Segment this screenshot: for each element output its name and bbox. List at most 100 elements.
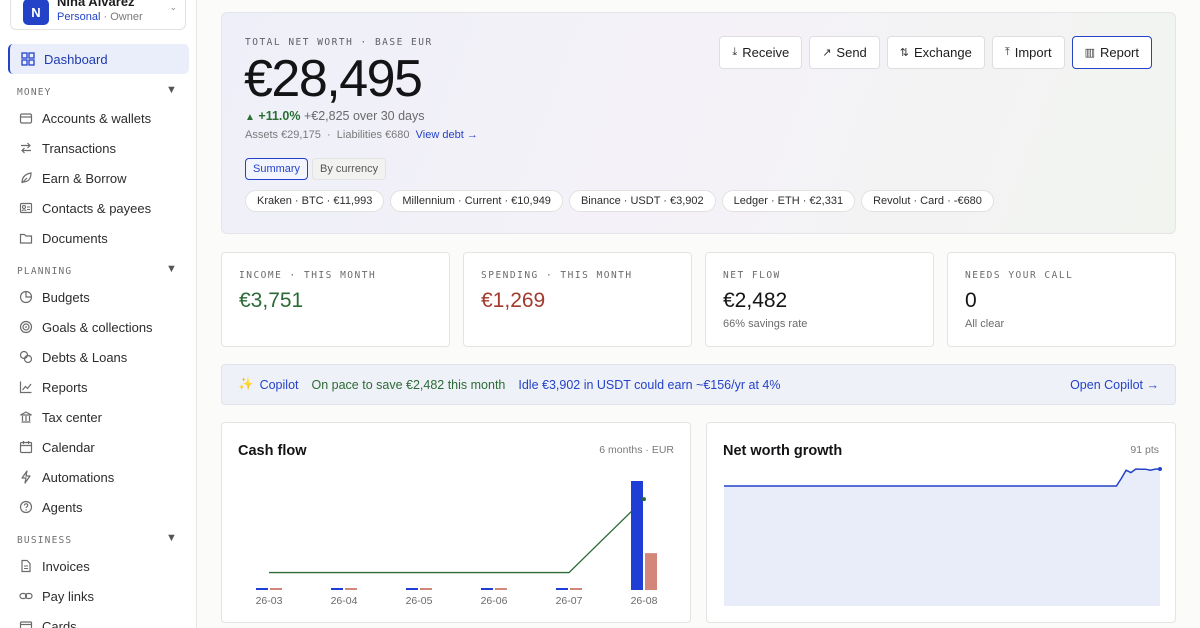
sidebar-item-label: Reports — [42, 379, 88, 395]
exchange-button[interactable]: ⇅ Exchange — [886, 36, 985, 69]
link-icon — [19, 589, 33, 603]
kpi-needs-your-call[interactable]: NEEDS YOUR CALL 0 All clear — [947, 252, 1176, 347]
sidebar-item-label: Pay links — [42, 588, 95, 604]
report-button[interactable]: ▥ Report — [1071, 36, 1152, 69]
sidebar-item-cards[interactable]: Cards — [8, 611, 189, 628]
workspace-switcher[interactable]: N Nina Alvarez Personal · Owner ⌄ — [10, 0, 186, 30]
kpi-net-flow[interactable]: NET FLOW €2,482 66% savings rate — [705, 252, 934, 347]
x-tick-label: 26-05 — [406, 595, 433, 607]
spending-bar-26-05[interactable] — [420, 588, 432, 590]
x-tick-label: 26-06 — [481, 595, 508, 607]
sidebar-item-label: Tax center — [42, 409, 102, 425]
bank-icon — [19, 410, 33, 424]
sidebar-item-tax-center[interactable]: Tax center — [8, 402, 189, 432]
sidebar-item-label: Automations — [42, 469, 115, 485]
sidebar-item-label: Transactions — [42, 140, 116, 156]
collapse-caret-icon[interactable]: ▼ — [166, 532, 177, 544]
chevron-updown-icon: ⌄ — [169, 2, 177, 12]
sidebar-item-accounts[interactable]: Accounts & wallets — [8, 103, 189, 133]
sidebar-item-calendar[interactable]: Calendar — [8, 432, 189, 462]
income-bar-26-08[interactable] — [631, 481, 643, 590]
sidebar-item-goals[interactable]: Goals & collections — [8, 312, 189, 342]
net-worth-latest-point — [1158, 467, 1162, 472]
kpi-spending[interactable]: SPENDING · THIS MONTH €1,269 — [463, 252, 692, 347]
income-bar-26-03[interactable] — [256, 588, 268, 590]
help-circle-icon — [19, 500, 33, 514]
import-button[interactable]: ⤒ Import — [991, 36, 1065, 69]
net-worth-line — [724, 468, 1161, 487]
tab-by-currency[interactable]: By currency — [312, 158, 387, 180]
send-button[interactable]: ↗ Send — [809, 36, 880, 69]
hero-actions: ⤓ Receive ↗ Send ⇅ Exchange ⤒ Import ▥ Report — [719, 36, 1152, 69]
collapse-caret-icon[interactable]: ▼ — [166, 84, 177, 96]
account-chip-binance[interactable]: Binance · USDT · €3,902 — [568, 190, 716, 212]
workspace-type-label: Personal — [57, 11, 101, 23]
collapse-caret-icon[interactable]: ▼ — [166, 263, 177, 275]
open-copilot-link[interactable]: Open Copilot → — [1070, 378, 1159, 392]
copilot-banner: ✨ Copilot On pace to save €2,482 this mo… — [221, 364, 1176, 405]
income-bar-26-04[interactable] — [331, 588, 343, 590]
separator: · — [326, 129, 331, 141]
leaf-icon — [19, 171, 33, 185]
target-icon — [19, 320, 33, 334]
sidebar-item-invoices[interactable]: Invoices — [8, 551, 189, 581]
sidebar-item-earn-borrow[interactable]: Earn & Borrow — [8, 163, 189, 193]
sidebar-item-reports[interactable]: Reports — [8, 372, 189, 402]
spending-bar-26-03[interactable] — [270, 588, 282, 590]
sidebar-item-label: Debts & Loans — [42, 349, 128, 365]
sidebar-item-contacts[interactable]: Contacts & payees — [8, 193, 189, 223]
account-chip-ledger[interactable]: Ledger · ETH · €2,331 — [721, 190, 856, 212]
sidebar-item-label: Calendar — [42, 439, 95, 455]
sidebar-item-label: Accounts & wallets — [42, 110, 152, 126]
account-chip-revolut[interactable]: Revolut · Card · -€680 — [861, 190, 994, 212]
sidebar-item-debts-loans[interactable]: Debts & Loans — [8, 342, 189, 372]
net-worth-label: TOTAL NET WORTH · BASE EUR — [245, 37, 433, 48]
sidebar-item-automations[interactable]: Automations — [8, 462, 189, 492]
tab-summary[interactable]: Summary — [245, 158, 309, 180]
net-worth-change: ▲ +11.0% +€2,825 over 30 days — [245, 109, 425, 123]
net-worth-area — [724, 469, 1160, 606]
account-chip-kraken[interactable]: Kraken · BTC · €11,993 — [245, 190, 385, 212]
folder-icon — [19, 231, 33, 245]
calendar-icon — [19, 440, 33, 454]
sidebar-item-budgets[interactable]: Budgets — [8, 282, 189, 312]
kpi-income[interactable]: INCOME · THIS MONTH €3,751 — [221, 252, 450, 347]
kpi-value: 0 — [965, 289, 977, 312]
kpi-value: €1,269 — [481, 289, 546, 312]
spending-bar-26-08[interactable] — [645, 553, 657, 590]
kpi-label: NET FLOW — [723, 270, 781, 281]
sidebar-item-transactions[interactable]: Transactions — [8, 133, 189, 163]
sidebar-item-documents[interactable]: Documents — [8, 223, 189, 253]
arrows-swap-icon — [19, 141, 33, 155]
account-chip-millennium[interactable]: Millennium · Current · €10,949 — [390, 190, 563, 212]
sidebar-item-pay-links[interactable]: Pay links — [8, 581, 189, 611]
spending-bar-26-04[interactable] — [345, 588, 357, 590]
lightning-icon — [19, 470, 33, 484]
view-debt-link[interactable]: View debt → — [416, 129, 478, 141]
pie-icon — [19, 290, 33, 304]
sidebar-item-agents[interactable]: Agents — [8, 492, 189, 522]
kpi-value: €2,482 — [723, 289, 788, 312]
spending-bar-26-07[interactable] — [570, 588, 582, 590]
copilot-title: Copilot — [259, 377, 299, 392]
sidebar-item-label: Documents — [42, 230, 108, 246]
income-bar-26-05[interactable] — [406, 588, 418, 590]
receive-button[interactable]: ⤓ Receive — [719, 36, 803, 69]
income-bar-26-06[interactable] — [481, 588, 493, 590]
spending-bar-26-06[interactable] — [495, 588, 507, 590]
trend-up-icon: ▲ — [245, 112, 255, 123]
bar-chart-icon: ▥ — [1084, 47, 1095, 59]
wallet-icon — [19, 111, 33, 125]
sidebar-item-label: Dashboard — [44, 51, 108, 67]
copilot-insight-idle[interactable]: Idle €3,902 in USDT could earn ~€156/yr … — [518, 378, 780, 392]
change-percent: +11.0% — [258, 109, 301, 123]
copilot-insight-savings: On pace to save €2,482 this month — [311, 377, 506, 392]
section-label-money: MONEY — [17, 87, 52, 98]
sidebar-item-dashboard[interactable]: Dashboard — [8, 44, 189, 74]
contact-card-icon — [19, 201, 33, 215]
kpi-subtext: All clear — [965, 318, 1005, 330]
cash-flow-card: Cash flow 6 months · EUR 26-03 26-04 26-05… — [221, 422, 691, 623]
line-chart-icon — [19, 380, 33, 394]
income-bar-26-07[interactable] — [556, 588, 568, 590]
arrow-up-right-icon: ↗ — [822, 47, 832, 59]
